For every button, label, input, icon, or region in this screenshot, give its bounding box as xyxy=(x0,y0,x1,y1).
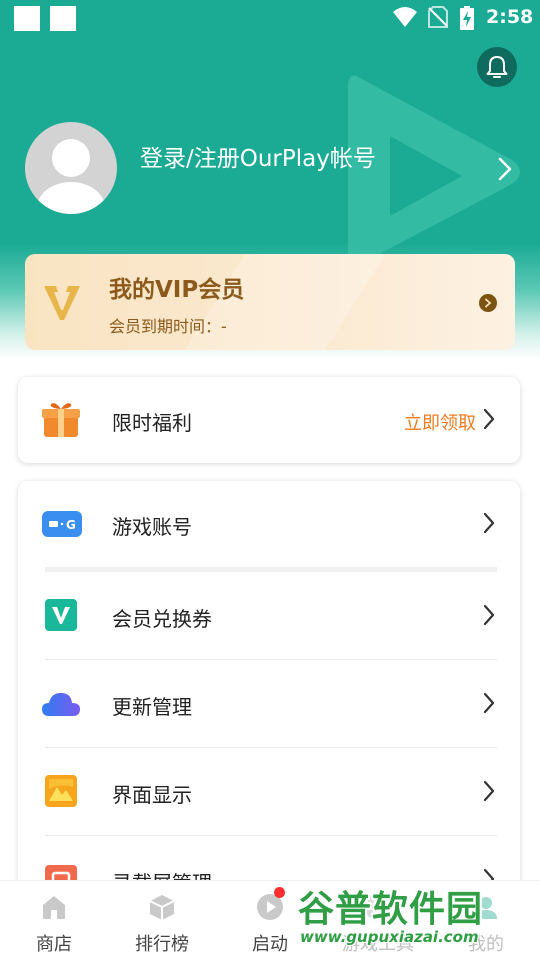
notification-square-icon xyxy=(14,6,40,31)
svg-text:G: G xyxy=(66,518,76,532)
chevron-right-icon xyxy=(485,298,492,308)
status-bar: 2:58 xyxy=(0,0,540,36)
login-register-link[interactable]: 登录/注册OurPlay帐号 xyxy=(140,139,376,173)
notification-dot xyxy=(274,887,285,898)
divider xyxy=(45,567,497,572)
divider xyxy=(45,659,497,660)
chevron-right-icon xyxy=(483,780,495,802)
default-avatar-icon xyxy=(37,139,105,214)
tab-store[interactable]: 商店 xyxy=(0,881,108,960)
vip-arrow-button[interactable] xyxy=(479,294,497,312)
clock: 2:58 xyxy=(486,6,534,28)
settings-menu: G 游戏账号 会员兑换券 更新管理 界面显示 xyxy=(18,481,520,901)
divider xyxy=(45,747,497,748)
divider xyxy=(45,835,497,836)
limited-welfare-row[interactable]: 限时福利 立即领取 xyxy=(18,377,520,463)
notification-bell-button[interactable] xyxy=(477,47,517,87)
watermark-url: www.gupuxiazai.com xyxy=(300,928,479,946)
claim-now-link[interactable]: 立即领取 xyxy=(404,409,476,435)
menu-item-label: 会员兑换券 xyxy=(112,607,212,631)
bell-icon xyxy=(486,56,508,78)
vip-title: 我的VIP会员 xyxy=(109,277,245,303)
ranking-icon xyxy=(149,895,175,920)
chevron-right-icon xyxy=(483,512,495,534)
game-account-icon: G xyxy=(42,511,82,537)
menu-item-label: 游戏账号 xyxy=(112,515,192,539)
chevron-right-icon xyxy=(483,604,495,626)
vip-expiry: 会员到期时间：- xyxy=(109,317,227,336)
chevron-right-icon xyxy=(483,692,495,714)
vip-logo-icon xyxy=(44,286,80,320)
tab-label: 商店 xyxy=(36,934,72,955)
tab-label: 排行榜 xyxy=(135,934,189,955)
chevron-right-icon xyxy=(483,408,495,430)
cloud-update-icon xyxy=(42,693,80,716)
watermark: 谷普软件园 www.gupuxiazai.com xyxy=(292,874,540,960)
chevron-right-icon[interactable] xyxy=(497,156,513,182)
display-icon xyxy=(45,775,77,807)
voucher-icon xyxy=(45,599,77,631)
no-sim-icon xyxy=(428,6,448,28)
gift-icon xyxy=(42,403,80,437)
watermark-title: 谷普软件园 xyxy=(298,889,484,930)
menu-item-label: 更新管理 xyxy=(112,695,192,719)
notification-square-icon xyxy=(50,6,76,31)
wifi-icon xyxy=(393,7,417,27)
store-icon xyxy=(43,896,65,919)
welfare-label: 限时福利 xyxy=(112,411,192,435)
tab-ranking[interactable]: 排行榜 xyxy=(108,881,216,960)
vip-membership-card[interactable]: 我的VIP会员 会员到期时间：- xyxy=(25,254,515,350)
avatar[interactable] xyxy=(25,122,117,214)
battery-charging-icon xyxy=(460,6,474,30)
menu-item-label: 界面显示 xyxy=(112,783,192,807)
